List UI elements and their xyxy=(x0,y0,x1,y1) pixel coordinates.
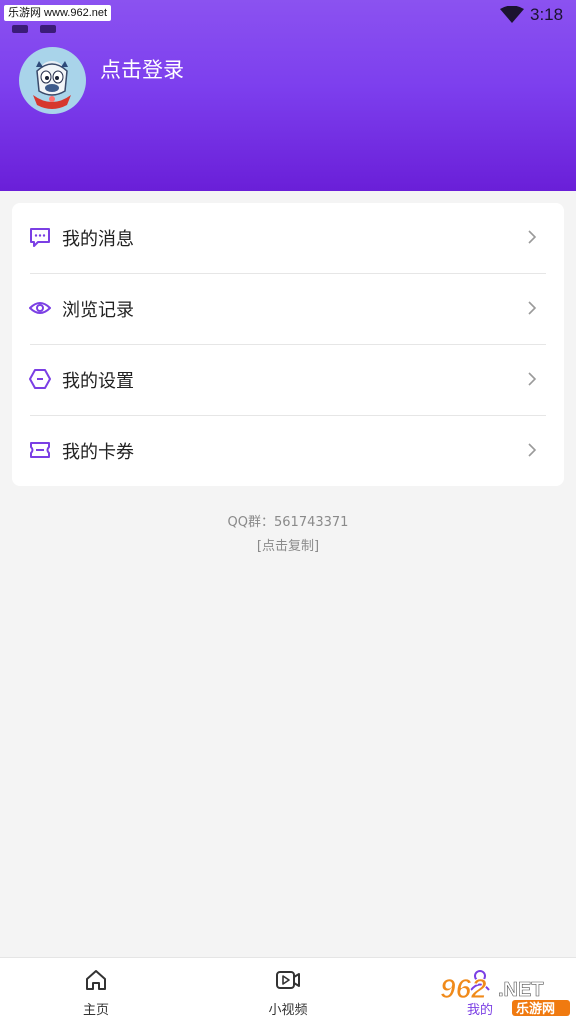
menu-item-coupons[interactable]: 我的卡券 xyxy=(12,416,564,487)
tab-home[interactable]: 主页 xyxy=(0,958,192,1024)
menu-item-label: 我的设置 xyxy=(62,371,134,392)
watermark-logo: 962 .NET 乐游网 xyxy=(436,970,572,1018)
menu-card: 我的消息 浏览记录 我的设置 我的卡券 xyxy=(12,203,564,486)
chevron-right-icon xyxy=(528,301,537,315)
wifi-icon xyxy=(500,6,524,23)
chevron-right-icon xyxy=(528,372,537,386)
ticket-icon xyxy=(30,442,50,458)
menu-item-settings[interactable]: 我的设置 xyxy=(12,345,564,416)
menu-item-history[interactable]: 浏览记录 xyxy=(12,274,564,345)
message-icon xyxy=(30,228,50,247)
menu-item-label: 我的消息 xyxy=(62,229,134,250)
svg-text:962: 962 xyxy=(440,973,487,1004)
login-link[interactable]: 点击登录 xyxy=(100,54,184,84)
menu-item-label: 我的卡券 xyxy=(62,442,134,463)
video-icon xyxy=(276,971,300,989)
status-bar: 乐游网 www.962.net 3:18 xyxy=(0,0,576,33)
tab-short-video[interactable]: 小视频 xyxy=(192,958,384,1024)
tab-label: 主页 xyxy=(82,1003,109,1018)
watermark-label: 乐游网 www.962.net xyxy=(4,5,112,21)
svg-text:.NET: .NET xyxy=(498,979,544,1001)
eye-icon xyxy=(29,302,51,314)
copy-qq-link[interactable]: [点击复制] xyxy=(0,535,576,554)
avatar-mascot-icon xyxy=(33,61,71,109)
settings-hexagon-icon xyxy=(29,369,51,389)
profile-header: 乐游网 www.962.net 3:18 点击登录 xyxy=(0,0,576,191)
tab-label: 小视频 xyxy=(268,1003,308,1018)
menu-item-messages[interactable]: 我的消息 xyxy=(12,203,564,274)
status-clock: 3:18 xyxy=(530,5,564,24)
svg-text:乐游网: 乐游网 xyxy=(516,1001,555,1017)
qq-group-info: QQ群：561743371 xyxy=(227,515,349,530)
chevron-right-icon xyxy=(528,443,537,457)
avatar[interactable] xyxy=(19,47,86,114)
chevron-right-icon xyxy=(528,230,537,244)
menu-item-label: 浏览记录 xyxy=(62,300,134,321)
home-icon xyxy=(86,970,106,990)
